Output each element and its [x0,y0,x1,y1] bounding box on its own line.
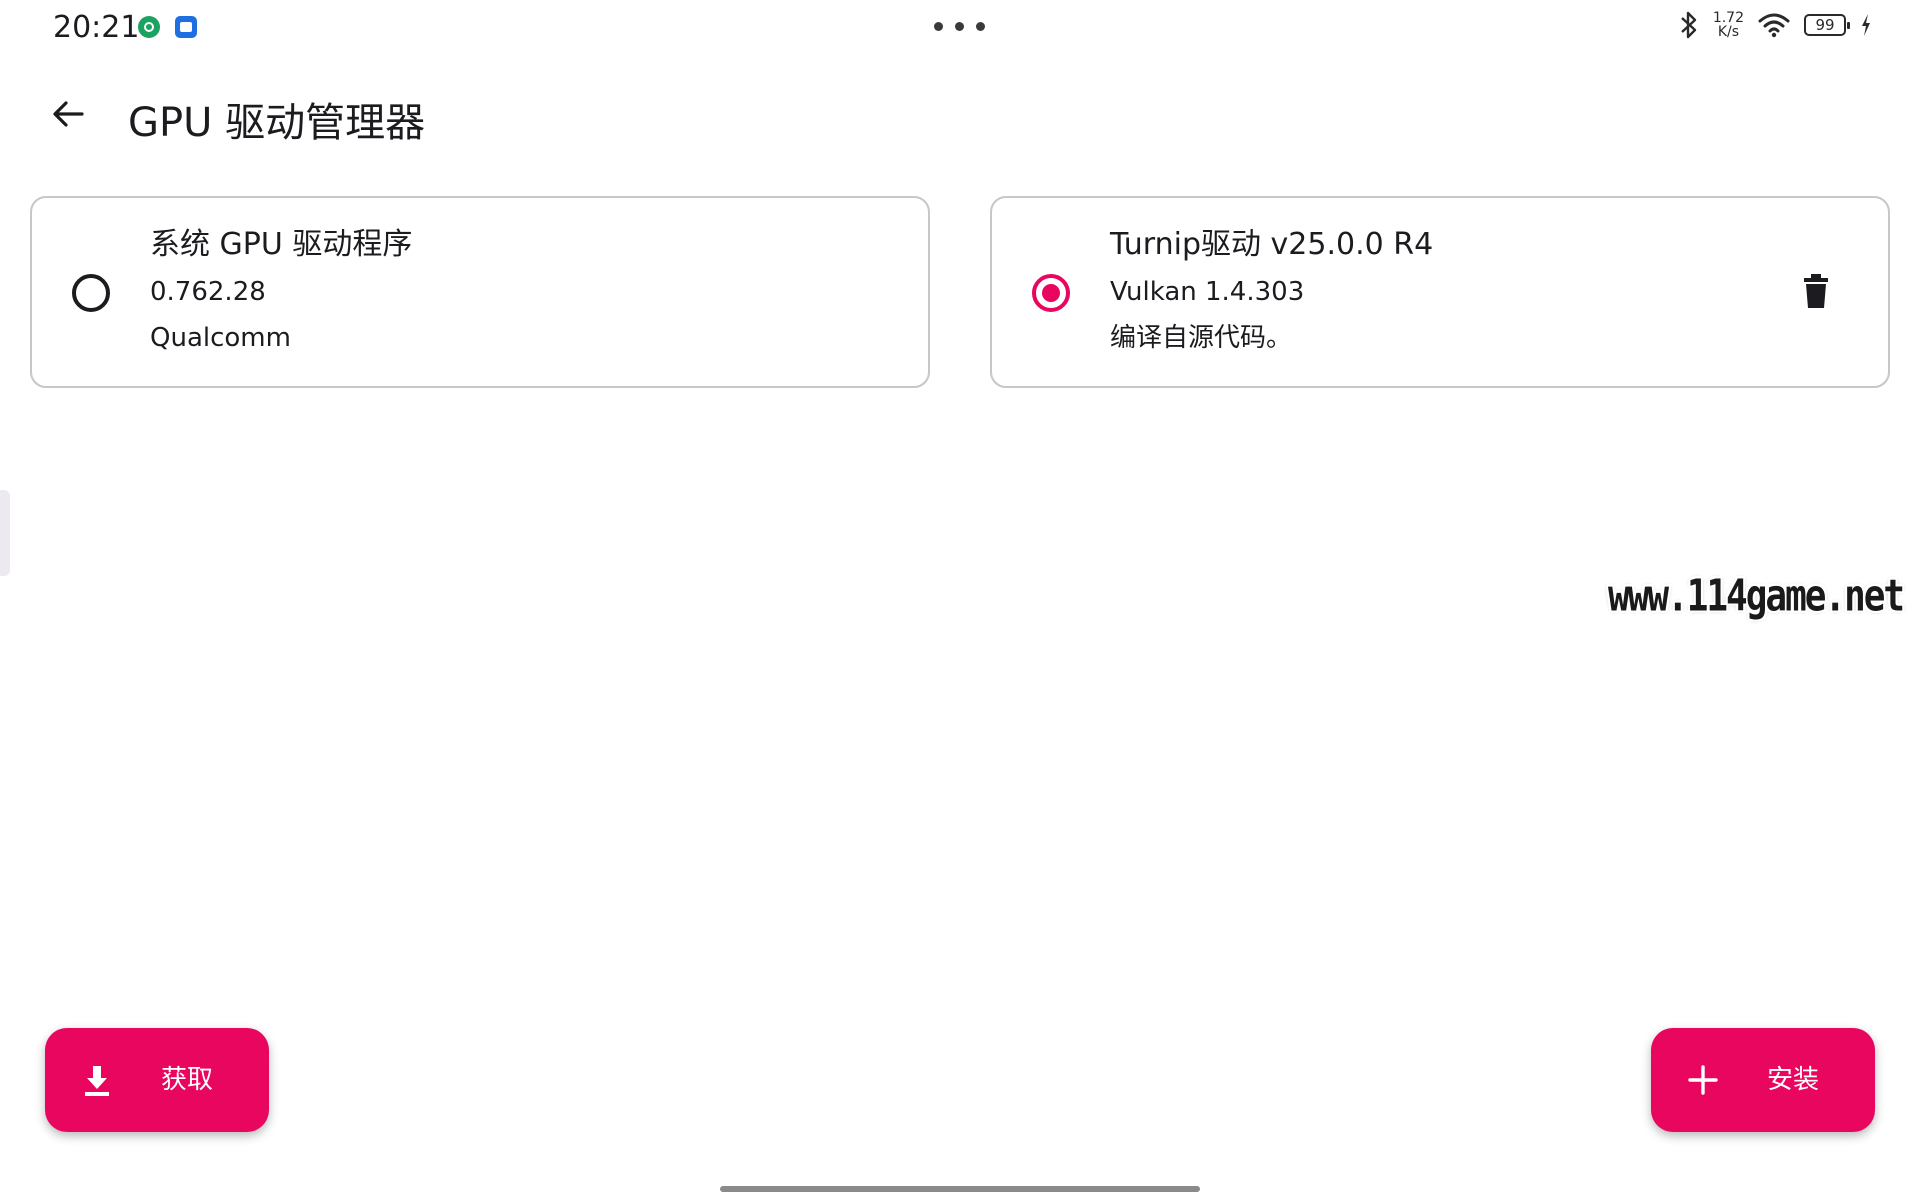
network-speed-unit: K/s [1717,24,1740,40]
files-notification-icon [175,16,197,38]
network-speed-value: 1.72 [1712,10,1744,26]
app-notification-icon [138,16,160,38]
charging-icon [1862,14,1870,36]
driver-radio-turnip[interactable] [1032,274,1070,312]
watermark: www.114game.net [1608,571,1905,622]
status-bar: 20:21 1.72 K/s 99 [0,0,1920,56]
driver-description: Qualcomm [150,323,291,353]
plus-icon [1688,1065,1718,1095]
back-arrow-icon[interactable] [46,92,90,136]
multitask-dots[interactable] [934,22,985,31]
battery-level: 99 [1815,16,1835,34]
driver-radio-system[interactable] [72,274,110,312]
driver-card-text: Turnip驱动 v25.0.0 R4 Vulkan 1.4.303 编译自源代… [1110,228,1433,368]
wifi-icon [1758,13,1790,38]
driver-card-system[interactable]: 系统 GPU 驱动程序 0.762.28 Qualcomm [30,196,930,388]
battery-icon: 99 [1804,14,1850,36]
driver-card-text: 系统 GPU 驱动程序 0.762.28 Qualcomm [150,228,412,368]
bluetooth-icon [1681,11,1697,39]
driver-card-turnip[interactable]: Turnip驱动 v25.0.0 R4 Vulkan 1.4.303 编译自源代… [990,196,1890,388]
download-icon [85,1066,109,1096]
driver-description: 编译自源代码。 [1110,323,1293,353]
network-speed: 1.72 K/s [1713,11,1744,39]
fetch-button-label: 获取 [161,1065,214,1095]
system-icons: 1.72 K/s 99 [1679,10,1872,40]
side-edge-handle[interactable] [0,490,10,576]
home-indicator[interactable] [720,1186,1200,1192]
driver-title: Turnip驱动 v25.0.0 R4 [1110,227,1434,262]
driver-title: 系统 GPU 驱动程序 [150,227,413,262]
install-button[interactable]: 安装 [1651,1028,1875,1132]
install-button-label: 安装 [1767,1065,1820,1095]
status-time: 20:21 [53,10,140,45]
page-title: GPU 驱动管理器 [128,100,426,146]
delete-icon[interactable] [1802,274,1830,310]
fetch-button[interactable]: 获取 [45,1028,269,1132]
driver-version: Vulkan 1.4.303 [1110,277,1305,307]
driver-version: 0.762.28 [150,277,266,307]
top-app-bar: GPU 驱动管理器 [0,76,1920,156]
